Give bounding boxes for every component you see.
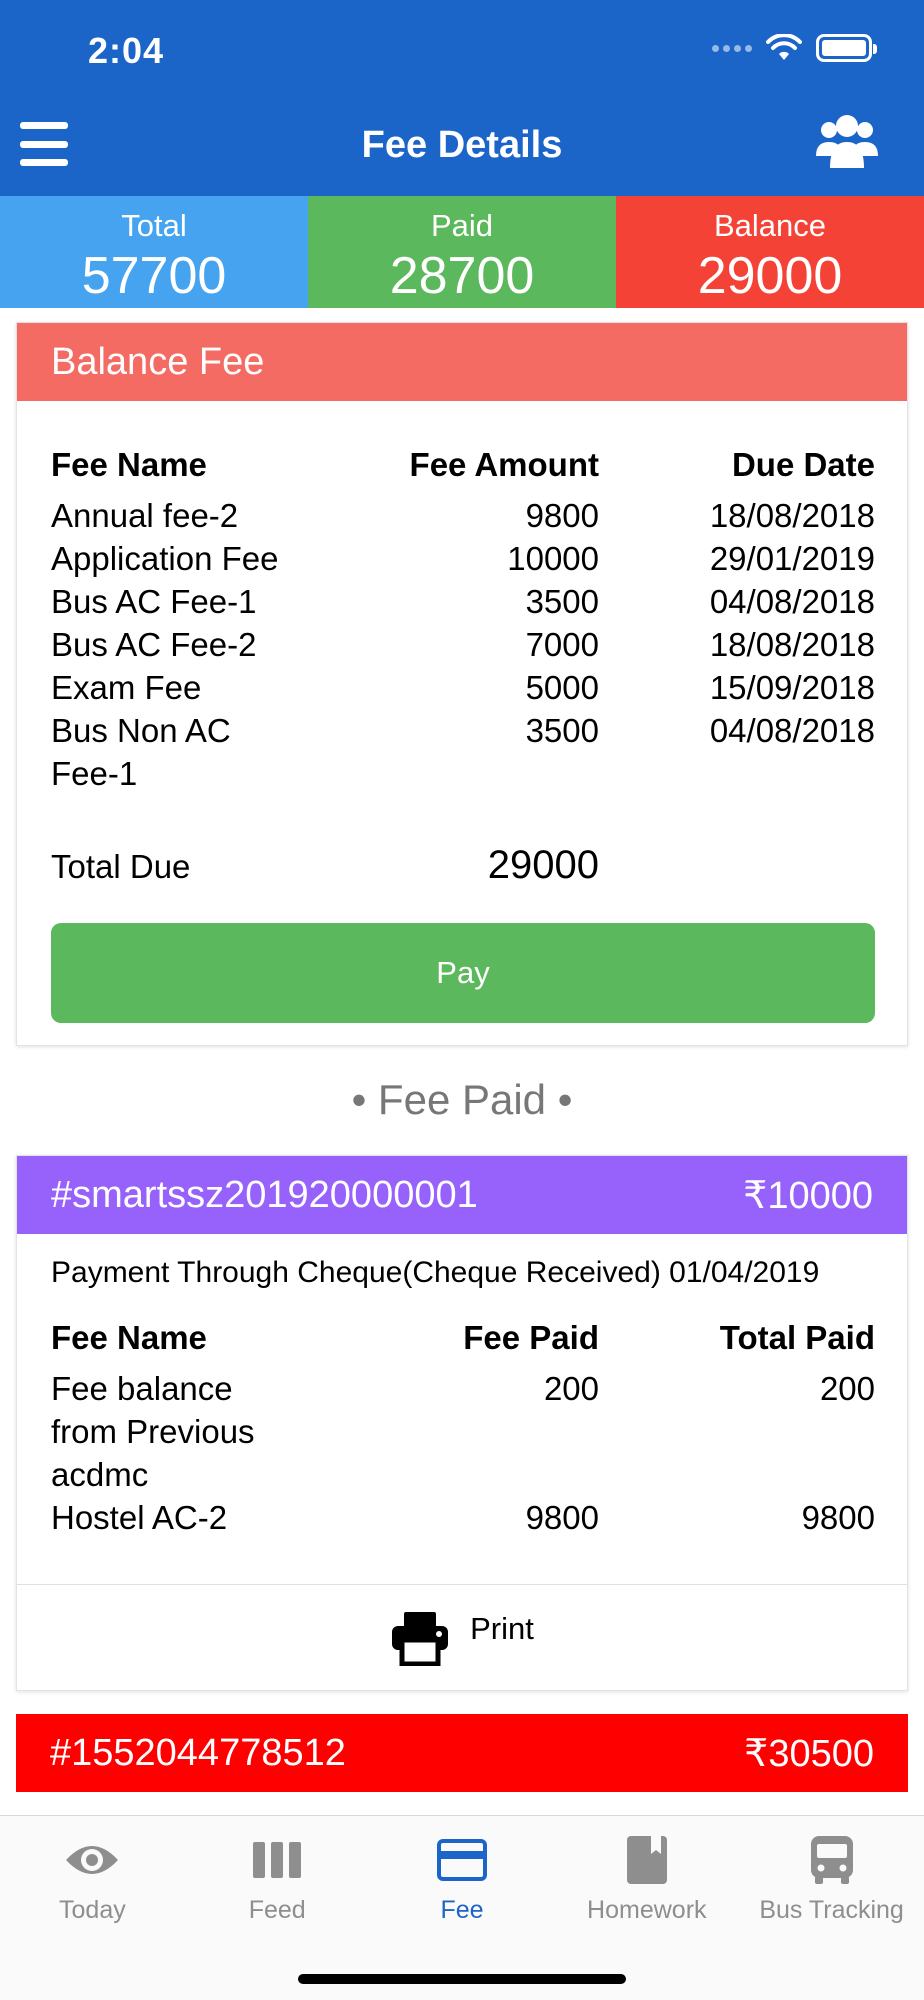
tab-today[interactable]: Today bbox=[0, 1816, 185, 1936]
fee-name: Bus AC Fee-2 bbox=[51, 626, 257, 663]
status-icons bbox=[712, 34, 877, 62]
table-header: Fee Name Fee Paid Total Paid bbox=[51, 1316, 875, 1359]
summary-paid-value: 28700 bbox=[389, 247, 535, 305]
fee-name: Bus AC Fee-1 bbox=[51, 583, 257, 620]
receipt-header: #smartssz201920000001 ₹10000 bbox=[17, 1156, 907, 1234]
fee-amount: 5000 bbox=[525, 669, 599, 706]
page-title: Fee Details bbox=[361, 124, 563, 166]
fee-name: Annual fee-2 bbox=[51, 497, 239, 534]
column-fee-name: Fee Name bbox=[51, 1319, 207, 1356]
due-date: 18/08/2018 bbox=[709, 626, 875, 663]
tab-label: Feed bbox=[248, 1896, 306, 1924]
tab-bus-tracking[interactable]: Bus Tracking bbox=[739, 1816, 924, 1936]
fee-name: Bus Non AC Fee-1 bbox=[51, 712, 231, 792]
table-row: Bus Non AC Fee-1 3500 04/08/2018 bbox=[51, 709, 875, 795]
fee-name: Hostel AC-2 bbox=[51, 1499, 228, 1536]
divider bbox=[17, 1584, 907, 1585]
total-due-value: 29000 bbox=[487, 843, 599, 887]
fee-summary: Total 57700 Paid 28700 Balance 29000 bbox=[0, 196, 924, 308]
status-time: 2:04 bbox=[88, 30, 165, 71]
fee-amount: 3500 bbox=[525, 712, 599, 749]
column-fee-amount: Fee Amount bbox=[409, 446, 599, 483]
fee-name: Exam Fee bbox=[51, 669, 202, 706]
balance-fee-header: Balance Fee bbox=[17, 323, 907, 401]
eye-icon bbox=[66, 1846, 119, 1874]
balance-fee-table: Fee Name Fee Amount Due Date Annual fee-… bbox=[51, 443, 875, 795]
summary-balance-label: Balance bbox=[713, 208, 827, 243]
column-due-date: Due Date bbox=[731, 446, 875, 483]
table-row: Annual fee-2 9800 18/08/2018 bbox=[51, 494, 875, 537]
balance-fee-title: Balance Fee bbox=[51, 340, 265, 383]
tab-fee[interactable]: Fee bbox=[370, 1816, 555, 1936]
receipt-card: #1552044778512 ₹30500 bbox=[16, 1714, 908, 1814]
signal-icon bbox=[712, 44, 752, 52]
payment-info: Payment Through Cheque(Cheque Received) … bbox=[51, 1256, 820, 1289]
receipt-card: #smartssz201920000001 ₹10000 Payment Thr… bbox=[16, 1155, 908, 1691]
app-header: 2:04 Fee Details bbox=[0, 0, 924, 196]
due-date: 29/01/2019 bbox=[709, 540, 875, 577]
column-total-paid: Total Paid bbox=[719, 1319, 875, 1356]
table-row: Bus AC Fee-2 7000 18/08/2018 bbox=[51, 623, 875, 666]
receipt-id: #1552044778512 bbox=[50, 1731, 346, 1774]
summary-total-value: 57700 bbox=[81, 247, 227, 305]
receipt-amount: ₹10000 bbox=[743, 1174, 873, 1217]
users-group-icon[interactable] bbox=[816, 112, 878, 170]
tab-homework[interactable]: Homework bbox=[554, 1816, 739, 1936]
bottom-tab-bar: Today Feed Fee Homework Bus Tracking bbox=[0, 1815, 924, 2000]
summary-balance-value: 29000 bbox=[697, 247, 843, 305]
fee-amount: 3500 bbox=[525, 583, 599, 620]
total-due: Total Due 29000 bbox=[51, 843, 875, 888]
fee-paid: 9800 bbox=[525, 1499, 599, 1536]
print-button[interactable]: Print bbox=[17, 1586, 907, 1690]
table-row: Fee balance from Previous acdmc 200 200 bbox=[51, 1367, 875, 1496]
due-date: 04/08/2018 bbox=[709, 583, 875, 620]
receipt-id: #smartssz201920000001 bbox=[51, 1173, 478, 1216]
total-due-label: Total Due bbox=[51, 848, 191, 885]
credit-card-icon bbox=[436, 1839, 487, 1881]
tab-label: Homework bbox=[587, 1896, 707, 1924]
receipt-fee-table: Fee Name Fee Paid Total Paid Fee balance… bbox=[51, 1316, 875, 1539]
receipt-header: #1552044778512 ₹30500 bbox=[16, 1714, 908, 1792]
home-indicator bbox=[298, 1974, 626, 1984]
book-icon bbox=[626, 1836, 667, 1884]
tab-label: Bus Tracking bbox=[759, 1896, 904, 1924]
tab-feed[interactable]: Feed bbox=[185, 1816, 370, 1936]
tab-label: Fee bbox=[440, 1896, 484, 1924]
due-date: 18/08/2018 bbox=[709, 497, 875, 534]
column-fee-paid: Fee Paid bbox=[463, 1319, 599, 1356]
column-fee-name: Fee Name bbox=[51, 446, 207, 483]
fee-name: Application Fee bbox=[51, 540, 279, 577]
table-row: Hostel AC-2 9800 9800 bbox=[51, 1496, 875, 1539]
total-paid: 200 bbox=[819, 1370, 875, 1407]
summary-paid-label: Paid bbox=[430, 208, 494, 243]
due-date: 04/08/2018 bbox=[709, 712, 875, 749]
balance-fee-card: Balance Fee Fee Name Fee Amount Due Date… bbox=[16, 322, 908, 1046]
receipt-amount: ₹30500 bbox=[744, 1732, 874, 1775]
battery-icon bbox=[816, 34, 877, 62]
fee-paid-title: • Fee Paid • bbox=[351, 1076, 573, 1123]
fee-name: Fee balance from Previous acdmc bbox=[51, 1370, 255, 1493]
printer-icon bbox=[392, 1612, 449, 1666]
fee-amount: 7000 bbox=[525, 626, 599, 663]
table-row: Exam Fee 5000 15/09/2018 bbox=[51, 666, 875, 709]
table-row: Application Fee 10000 29/01/2019 bbox=[51, 537, 875, 580]
summary-total: Total 57700 bbox=[0, 196, 308, 308]
bus-icon bbox=[810, 1836, 853, 1884]
tab-label: Today bbox=[59, 1896, 126, 1924]
due-date: 15/09/2018 bbox=[709, 669, 875, 706]
print-label: Print bbox=[470, 1611, 534, 1646]
table-header: Fee Name Fee Amount Due Date bbox=[51, 443, 875, 486]
table-row: Bus AC Fee-1 3500 04/08/2018 bbox=[51, 580, 875, 623]
fee-paid: 200 bbox=[543, 1370, 599, 1407]
pay-button[interactable]: Pay bbox=[51, 923, 875, 1023]
columns-icon bbox=[253, 1842, 302, 1878]
total-paid: 9800 bbox=[801, 1499, 875, 1536]
summary-balance: Balance 29000 bbox=[616, 196, 924, 308]
fee-amount: 10000 bbox=[507, 540, 599, 577]
wifi-icon bbox=[766, 34, 802, 60]
summary-total-label: Total bbox=[121, 208, 187, 243]
fee-amount: 9800 bbox=[525, 497, 599, 534]
summary-paid: Paid 28700 bbox=[308, 196, 616, 308]
